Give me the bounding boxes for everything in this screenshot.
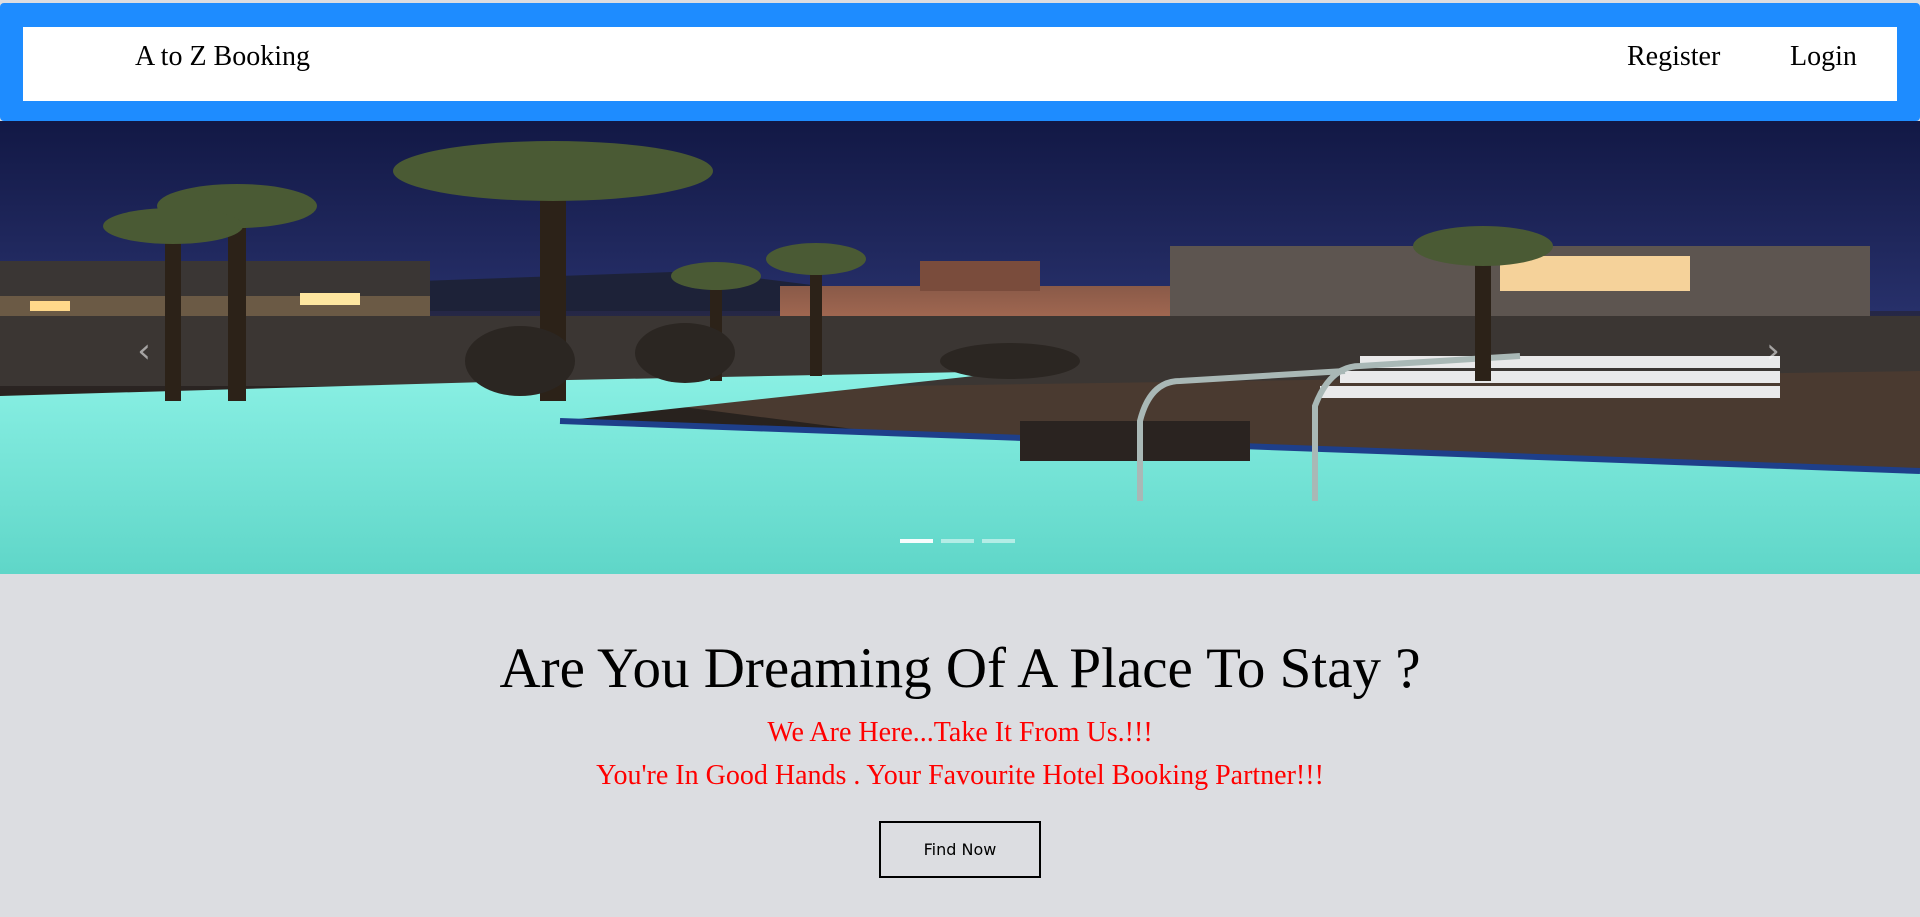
carousel-indicator-1[interactable] xyxy=(900,539,933,543)
carousel-indicator-2[interactable] xyxy=(941,539,974,543)
hero-tagline-2: You're In Good Hands . Your Favourite Ho… xyxy=(596,760,1324,791)
brand-link[interactable]: A to Z Booking xyxy=(135,41,310,73)
carousel-prev-button[interactable]: ‹ xyxy=(124,331,164,371)
navbar-frame: A to Z Booking Register Login xyxy=(0,3,1920,121)
login-link[interactable]: Login xyxy=(1790,41,1857,73)
carousel-next-button[interactable]: › xyxy=(1753,331,1793,371)
hero-tagline-1: We Are Here...Take It From Us.!!! xyxy=(767,717,1153,748)
carousel-indicators xyxy=(900,539,1015,543)
hotel-pool-image xyxy=(0,121,1920,574)
register-link[interactable]: Register xyxy=(1627,41,1720,73)
find-now-button[interactable]: Find Now xyxy=(879,821,1041,878)
carousel-indicator-3[interactable] xyxy=(982,539,1015,543)
navbar: A to Z Booking Register Login xyxy=(23,27,1897,101)
hero-carousel: ‹ › xyxy=(0,121,1920,574)
hero-headline: Are You Dreaming Of A Place To Stay ? xyxy=(499,637,1421,700)
